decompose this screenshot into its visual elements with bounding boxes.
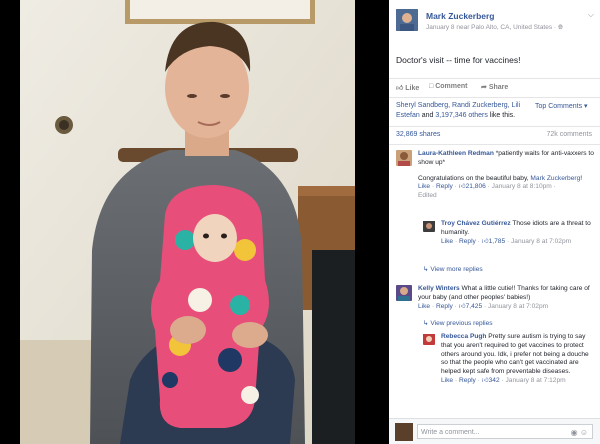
comment-button[interactable]: □ Comment [429, 83, 467, 90]
comment-reply-link[interactable]: Reply [459, 238, 476, 245]
share-button[interactable]: ➦ Share [481, 83, 508, 91]
thumbs-up-icon: 👍︎ [481, 376, 489, 384]
commenter-name[interactable]: Kelly Winters [418, 285, 460, 292]
commenter-avatar[interactable] [423, 220, 435, 232]
reaction-count[interactable]: 7,425 [466, 303, 483, 310]
view-more-replies-label: View more replies [430, 266, 483, 273]
post-panel: Mark Zuckerberg January 8 near Palo Alto… [389, 0, 600, 444]
avatar-image [423, 334, 435, 345]
comment-timestamp[interactable]: January 8 at 7:12pm [506, 377, 566, 384]
like-button[interactable]: 👍︎ Like [396, 83, 419, 92]
emoji-icon[interactable]: ☺︎ [580, 428, 588, 437]
comment-like-link[interactable]: Like [441, 377, 453, 384]
thumbs-up-icon: 👍︎ [481, 237, 489, 245]
reply-arrow-icon: ↳ [423, 320, 429, 327]
view-more-replies-link[interactable]: ↳ View more replies [423, 265, 483, 273]
reaction-count[interactable]: 342 [489, 377, 500, 384]
divider [389, 144, 600, 145]
photo-illustration [20, 0, 355, 444]
author-name[interactable]: Mark Zuckerberg [426, 11, 495, 21]
view-previous-replies-label: View previous replies [430, 320, 493, 327]
reply-arrow-icon: ↳ [423, 266, 429, 273]
commenter-name[interactable]: Rebecca Pugh [441, 333, 486, 340]
commenter-avatar[interactable] [396, 285, 412, 301]
avatar-image [396, 9, 418, 31]
comment-text: Congratulations on the beautiful baby, [418, 174, 531, 182]
comment: Laura-Kathleen Redman *patiently waits f… [418, 150, 594, 201]
share-label: Share [488, 84, 509, 91]
post-timestamp[interactable]: January 8 near Palo Alto, CA, United Sta… [426, 24, 556, 31]
comment-input[interactable]: Write a comment... ◉ ☺︎ [417, 424, 593, 439]
likes-mid: and [419, 112, 436, 119]
like-label: Like [405, 85, 420, 92]
thumbs-up-icon: 👍︎ [396, 85, 404, 92]
comment-timestamp[interactable]: January 8 at 7:02pm [488, 303, 548, 310]
view-previous-replies-link[interactable]: ↳ View previous replies [423, 319, 493, 327]
post-photo[interactable] [20, 0, 355, 444]
comment-footer: Like · Reply · 👍︎7,425 · January 8 at 7:… [418, 302, 549, 310]
comment-footer: Like · Reply · 👍︎21,806 · January 8 at 8… [418, 183, 556, 200]
comment-timestamp[interactable]: January 8 at 8:10pm [492, 183, 552, 190]
comment-reply-link[interactable]: Reply [436, 303, 453, 310]
comment: Kelly Winters What a little cutie!! Than… [418, 285, 594, 311]
likes-summary: Sheryl Sandberg, Randi Zuckerberg, Lili … [396, 101, 531, 121]
thumbs-up-icon: 👍︎ [458, 302, 466, 310]
chevron-down-icon[interactable]: ⌵ [588, 10, 594, 20]
comment-icon: □ [429, 83, 434, 90]
mention-link[interactable]: Mark Zuckerberg [530, 175, 580, 182]
likes-tail: like this. [487, 112, 516, 119]
likes-others[interactable]: 3,197,346 others [435, 112, 488, 119]
reaction-count[interactable]: 1,785 [489, 238, 506, 245]
comment-like-link[interactable]: Like [418, 183, 430, 190]
photo-viewer: Mark Zuckerberg January 8 near Palo Alto… [0, 0, 600, 444]
comment-label: Comment [435, 83, 468, 90]
comment-footer: Like · Reply · 👍︎342 · January 8 at 7:12… [441, 376, 566, 384]
comment-reply-link[interactable]: Reply [436, 183, 453, 190]
post-meta: January 8 near Palo Alto, CA, United Sta… [426, 24, 563, 32]
reply: Troy Chávez Gutiérrez Those idiots are a… [441, 220, 594, 246]
write-comment-bar: Write a comment... ◉ ☺︎ [389, 418, 600, 444]
comment-timestamp[interactable]: January 8 at 7:02pm [511, 238, 571, 245]
comment-reply-link[interactable]: Reply [459, 377, 476, 384]
divider [389, 126, 600, 127]
author-avatar[interactable] [396, 9, 418, 31]
top-comments-dropdown[interactable]: Top Comments ▾ [535, 102, 588, 110]
share-icon: ➦ [481, 84, 487, 91]
current-user-avatar [395, 423, 413, 441]
post-text: Doctor's visit -- time for vaccines! [396, 55, 521, 65]
avatar-image [396, 285, 412, 301]
camera-icon[interactable]: ◉ [571, 428, 578, 437]
comment-like-link[interactable]: Like [441, 238, 453, 245]
avatar-image [396, 150, 412, 166]
reply: Rebecca Pugh Pretty sure autism is tryin… [441, 333, 594, 386]
thumbs-up-icon: 👍︎ [458, 183, 466, 191]
commenter-avatar[interactable] [423, 333, 435, 345]
edited-label[interactable]: Edited [418, 192, 437, 199]
photo-backdrop [0, 0, 389, 444]
comment-input-icons: ◉ ☺︎ [571, 425, 588, 440]
commenter-name[interactable]: Laura-Kathleen Redman [418, 150, 494, 157]
avatar-image [423, 221, 435, 232]
shares-count[interactable]: 32,869 shares [396, 131, 440, 138]
comment-like-link[interactable]: Like [418, 303, 430, 310]
reaction-count[interactable]: 21,806 [466, 183, 486, 190]
globe-icon: 🌐︎ [557, 24, 564, 31]
comment-footer: Like · Reply · 👍︎1,785 · January 8 at 7:… [441, 237, 572, 245]
comments-count: 72k comments [546, 131, 592, 138]
post-header: Mark Zuckerberg January 8 near Palo Alto… [396, 9, 596, 39]
post-actions: 👍︎ Like □ Comment ➦ Share [389, 78, 600, 98]
comment-input-placeholder: Write a comment... [421, 429, 480, 436]
comment-text: ! [580, 174, 583, 182]
commenter-avatar[interactable] [396, 150, 412, 166]
commenter-name[interactable]: Troy Chávez Gutiérrez [441, 220, 511, 227]
